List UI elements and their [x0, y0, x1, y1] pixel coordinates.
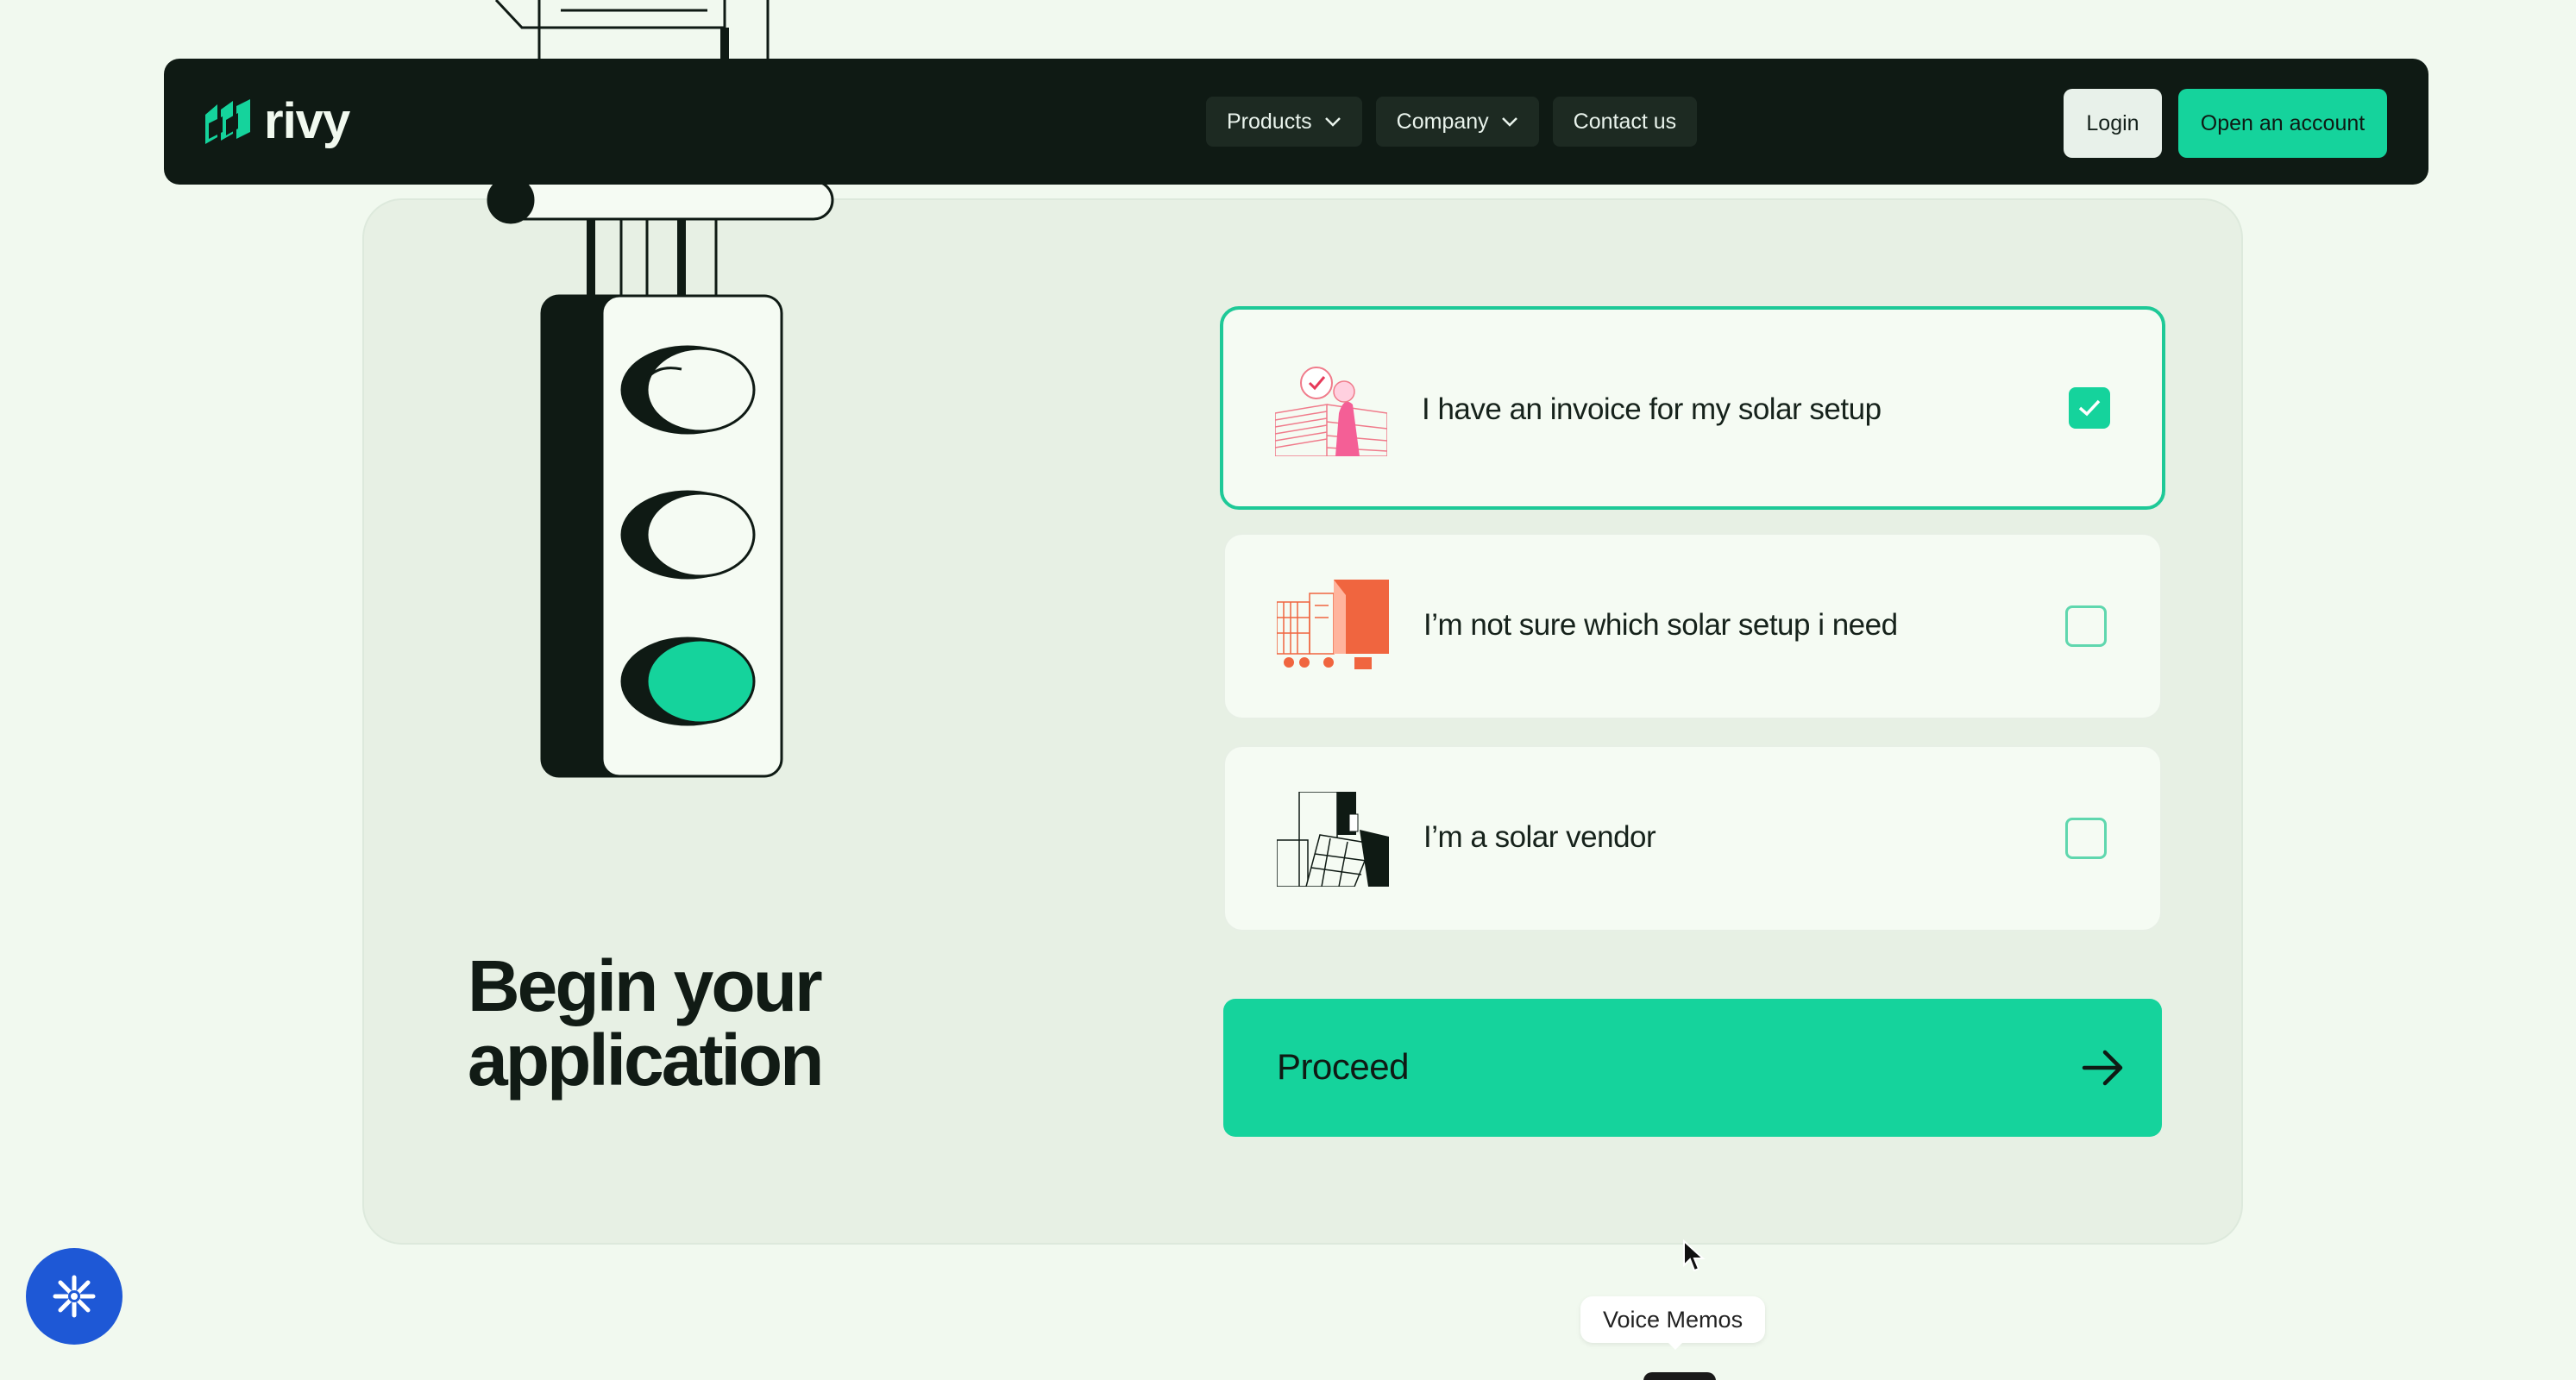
nav-company[interactable]: Company — [1375, 97, 1539, 147]
option-label: I’m not sure which solar setup i need — [1423, 608, 1898, 642]
option-checkbox[interactable] — [2065, 605, 2107, 647]
floating-action-button[interactable] — [26, 1248, 123, 1345]
open-account-button[interactable]: Open an account — [2178, 89, 2387, 158]
chevron-down-icon — [1324, 117, 1341, 127]
option-solar-vendor[interactable]: I’m a solar vendor — [1223, 745, 2162, 932]
tooltip-tail — [1665, 1339, 1686, 1350]
option-not-sure[interactable]: I’m not sure which solar setup i need — [1223, 533, 2162, 719]
login-button[interactable]: Login — [2064, 89, 2162, 158]
nav-contact[interactable]: Contact us — [1552, 97, 1698, 147]
proceed-button[interactable]: Proceed — [1223, 999, 2162, 1137]
nav-link-label: Contact us — [1573, 109, 1677, 134]
solar-invoice-illustration — [1275, 367, 1387, 456]
nav-link-label: Products — [1227, 109, 1312, 134]
option-label: I have an invoice for my solar setup — [1422, 392, 1882, 426]
option-label: I’m a solar vendor — [1423, 820, 1656, 854]
arrow-right-icon — [2082, 1050, 2123, 1086]
option-checkbox[interactable] — [2065, 818, 2107, 859]
rivy-logo-icon — [205, 99, 250, 144]
solar-vendor-illustration — [1277, 792, 1389, 887]
page-title-line2: application — [468, 1019, 824, 1101]
option-checkbox-checked[interactable] — [2069, 387, 2110, 429]
proceed-label: Proceed — [1277, 1046, 1409, 1087]
mouse-cursor-icon — [1683, 1239, 1706, 1272]
asterisk-icon — [53, 1275, 96, 1318]
brand-logo[interactable]: rivy — [204, 93, 350, 150]
dock-app-icon[interactable] — [1643, 1372, 1716, 1380]
page-title: Begin your application — [468, 945, 824, 1101]
chevron-down-icon — [1501, 117, 1517, 127]
brand-name: rivy — [264, 93, 350, 149]
nav-link-label: Company — [1396, 109, 1489, 134]
page-title-line1: Begin your — [468, 945, 823, 1026]
solar-houses-illustration — [1277, 580, 1389, 669]
nav-links: Products Company Contact us — [1206, 97, 1698, 147]
option-invoice[interactable]: I have an invoice for my solar setup — [1220, 306, 2165, 510]
page: Begin your application I have an invoice… — [0, 0, 2576, 1380]
nav-products[interactable]: Products — [1206, 97, 1362, 147]
checkmark-icon — [2078, 399, 2101, 417]
dock-tooltip: Voice Memos — [1580, 1296, 1766, 1343]
top-nav: rivy Products Company Contact us Login O… — [164, 59, 2428, 185]
